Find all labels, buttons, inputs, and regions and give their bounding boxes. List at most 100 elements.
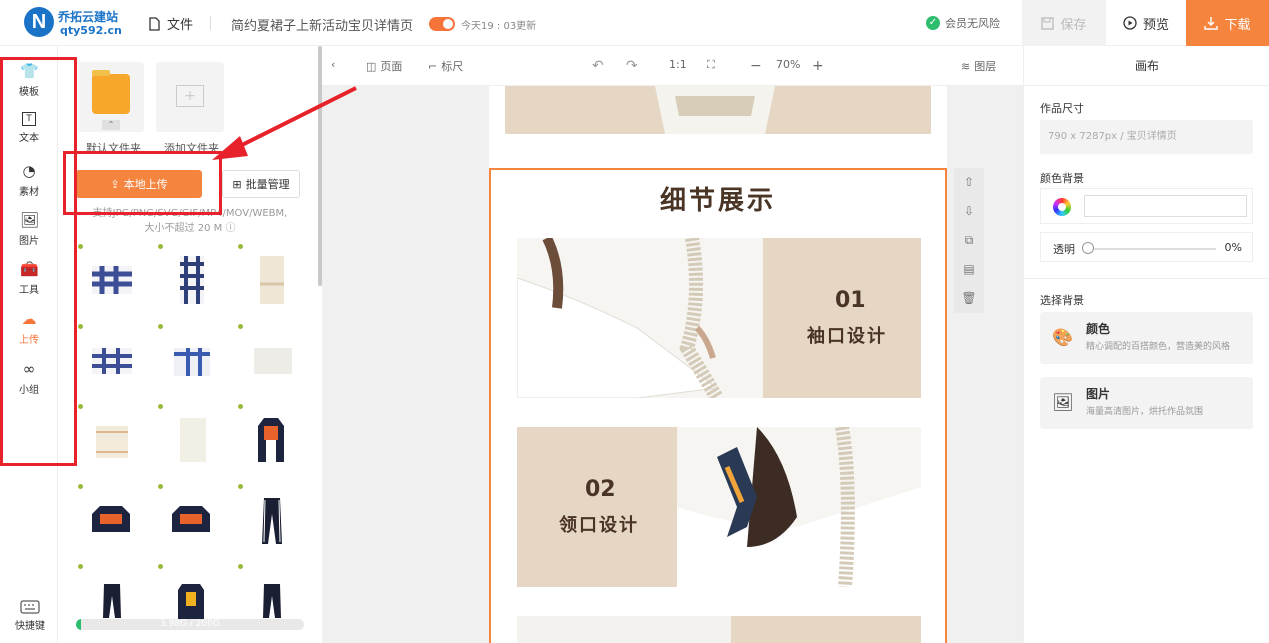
selection-outline: [489, 168, 947, 643]
duplicate-icon[interactable]: ⧉: [954, 226, 984, 255]
batch-manage-button[interactable]: ⊞ 批量管理: [222, 170, 300, 198]
delete-icon[interactable]: 🗑: [954, 284, 984, 313]
divider: [210, 16, 211, 30]
save-icon: [1041, 16, 1055, 30]
pin-icon: [158, 244, 163, 249]
opacity-track[interactable]: [1084, 248, 1216, 250]
uploaded-image[interactable]: [238, 484, 304, 556]
annotation-box-nav: [0, 57, 77, 466]
uploaded-image[interactable]: [78, 244, 144, 316]
pin-icon: [78, 484, 83, 489]
chevron-up-icon[interactable]: ⌃: [102, 120, 120, 130]
logo[interactable]: N 乔拓云建站 qty592.cn: [24, 6, 144, 40]
pants-image: [262, 498, 282, 544]
move-down-icon[interactable]: ⇩: [954, 197, 984, 226]
uploaded-image[interactable]: [78, 484, 144, 556]
bg-image-card[interactable]: 🖼 图片 海量高清图片，烘托作品氛围: [1040, 377, 1253, 429]
document-title[interactable]: 简约夏裙子上新活动宝贝详情页: [231, 15, 413, 34]
zoom-out-button[interactable]: −: [750, 58, 762, 74]
canvas-area[interactable]: 细节展示 01 袖口设计 02 领口设计 ⇧ ⇩ ⧉ ▤ 🗑: [322, 86, 1023, 643]
grid-icon: ⊞: [232, 177, 242, 191]
file-menu[interactable]: 文件: [148, 14, 193, 33]
annotation-box-upload: [63, 151, 222, 215]
folder-icon: [92, 70, 130, 114]
opacity-value: 0%: [1224, 241, 1242, 254]
collapse-panel-button[interactable]: ‹: [331, 58, 335, 71]
zoom-in-button[interactable]: +: [812, 58, 824, 74]
ratio-button[interactable]: 1:1: [669, 58, 687, 71]
properties-panel: 画布 作品尺寸 790 x 7287px / 宝贝详情页 颜色背景 透明 0% …: [1023, 46, 1269, 643]
save-button[interactable]: 保存: [1022, 0, 1106, 46]
autosave-toggle[interactable]: [429, 17, 455, 31]
palette-icon: 🎨: [1052, 328, 1074, 348]
bg-color-label: 颜色背景: [1040, 172, 1084, 185]
download-button[interactable]: 下载: [1186, 0, 1269, 46]
help-icon[interactable]: ⓘ: [225, 223, 235, 234]
striped-fabric-image: [96, 426, 128, 458]
uploaded-image[interactable]: [158, 484, 224, 556]
bg-card-desc: 海量高清图片，烘托作品氛围: [1086, 407, 1204, 417]
editor-toolbar: ‹ ◫ 页面 ⌐ 标尺 ↶ ↷ 1:1 ⛶ − 70% + ≋ 图层: [322, 46, 1023, 86]
ruler-button[interactable]: ⌐ 标尺: [428, 58, 463, 74]
undo-button[interactable]: ↶: [592, 58, 604, 74]
undo-icon: ↶: [592, 58, 604, 74]
folded-plaid-image: [174, 348, 210, 376]
zoom-level[interactable]: 70%: [776, 58, 800, 71]
uploaded-image[interactable]: [238, 244, 304, 316]
download-icon: [1204, 17, 1219, 30]
shortcut-button[interactable]: 快捷键: [8, 600, 52, 632]
ruler-label: 标尺: [441, 60, 464, 73]
risk-label: 会员无风险: [945, 17, 1000, 30]
size-value: 790 x 7287px / 宝贝详情页: [1040, 120, 1253, 154]
page-icon: ◫: [366, 59, 377, 73]
batch-manage-label: 批量管理: [245, 178, 290, 191]
preview-button[interactable]: 预览: [1106, 0, 1186, 46]
section-tools: ⇧ ⇩ ⧉ ▤ 🗑: [954, 168, 984, 313]
page-button[interactable]: ◫ 页面: [366, 58, 402, 74]
top-photo-block[interactable]: [505, 86, 931, 134]
jacket-image: [92, 506, 130, 532]
color-input[interactable]: [1084, 195, 1247, 217]
storage-bar: 3.98G / 200G: [76, 619, 304, 630]
file-label: 文件: [167, 18, 194, 33]
check-icon: ✓: [926, 16, 940, 30]
pin-icon: [78, 324, 83, 329]
logo-url: qty592.cn: [60, 24, 122, 37]
uploaded-image[interactable]: [78, 404, 144, 476]
picture-icon: 🖼: [1052, 393, 1074, 413]
layers-button[interactable]: ≋ 图层: [961, 58, 996, 74]
insert-icon[interactable]: ▤: [954, 255, 984, 284]
uploaded-image[interactable]: [238, 324, 304, 396]
bg-card-desc: 精心调配的百搭颜色，营造美的风格: [1086, 342, 1231, 352]
pin-icon: [158, 404, 163, 409]
add-folder-button[interactable]: +: [156, 62, 224, 132]
uploaded-image[interactable]: [158, 324, 224, 396]
pin-icon: [158, 484, 163, 489]
pin-icon: [238, 324, 243, 329]
cream-fabric-image: [180, 418, 206, 462]
bg-card-title: 颜色: [1086, 322, 1111, 336]
uploaded-image[interactable]: [158, 244, 224, 316]
uploaded-image[interactable]: [158, 404, 224, 476]
minus-icon: −: [750, 58, 762, 74]
move-up-icon[interactable]: ⇧: [954, 168, 984, 197]
color-wheel-icon[interactable]: [1053, 198, 1071, 216]
ruler-icon: ⌐: [428, 59, 438, 73]
chevron-left-icon: ‹: [331, 58, 336, 71]
redo-button[interactable]: ↷: [626, 58, 638, 74]
layers-icon: ≋: [961, 59, 971, 73]
uploaded-image[interactable]: [78, 324, 144, 396]
upload-hint-size: 大小不超过 20 M ⓘ: [58, 221, 322, 236]
default-folder[interactable]: ⌃: [78, 62, 144, 132]
uploaded-image[interactable]: [238, 404, 304, 476]
model-photo: [655, 86, 775, 134]
logo-name: 乔拓云建站: [58, 10, 119, 24]
plaid-fabric-image: [92, 266, 132, 294]
pin-icon: [78, 244, 83, 249]
color-picker: [1040, 188, 1253, 224]
opacity-slider-handle[interactable]: [1082, 242, 1094, 254]
member-risk-status: ✓ 会员无风险: [926, 15, 1000, 31]
fit-screen-button[interactable]: ⛶: [707, 58, 715, 72]
plaid-fabric-image: [92, 348, 132, 374]
bg-color-card[interactable]: 🎨 颜色 精心调配的百搭颜色，营造美的风格: [1040, 312, 1253, 364]
